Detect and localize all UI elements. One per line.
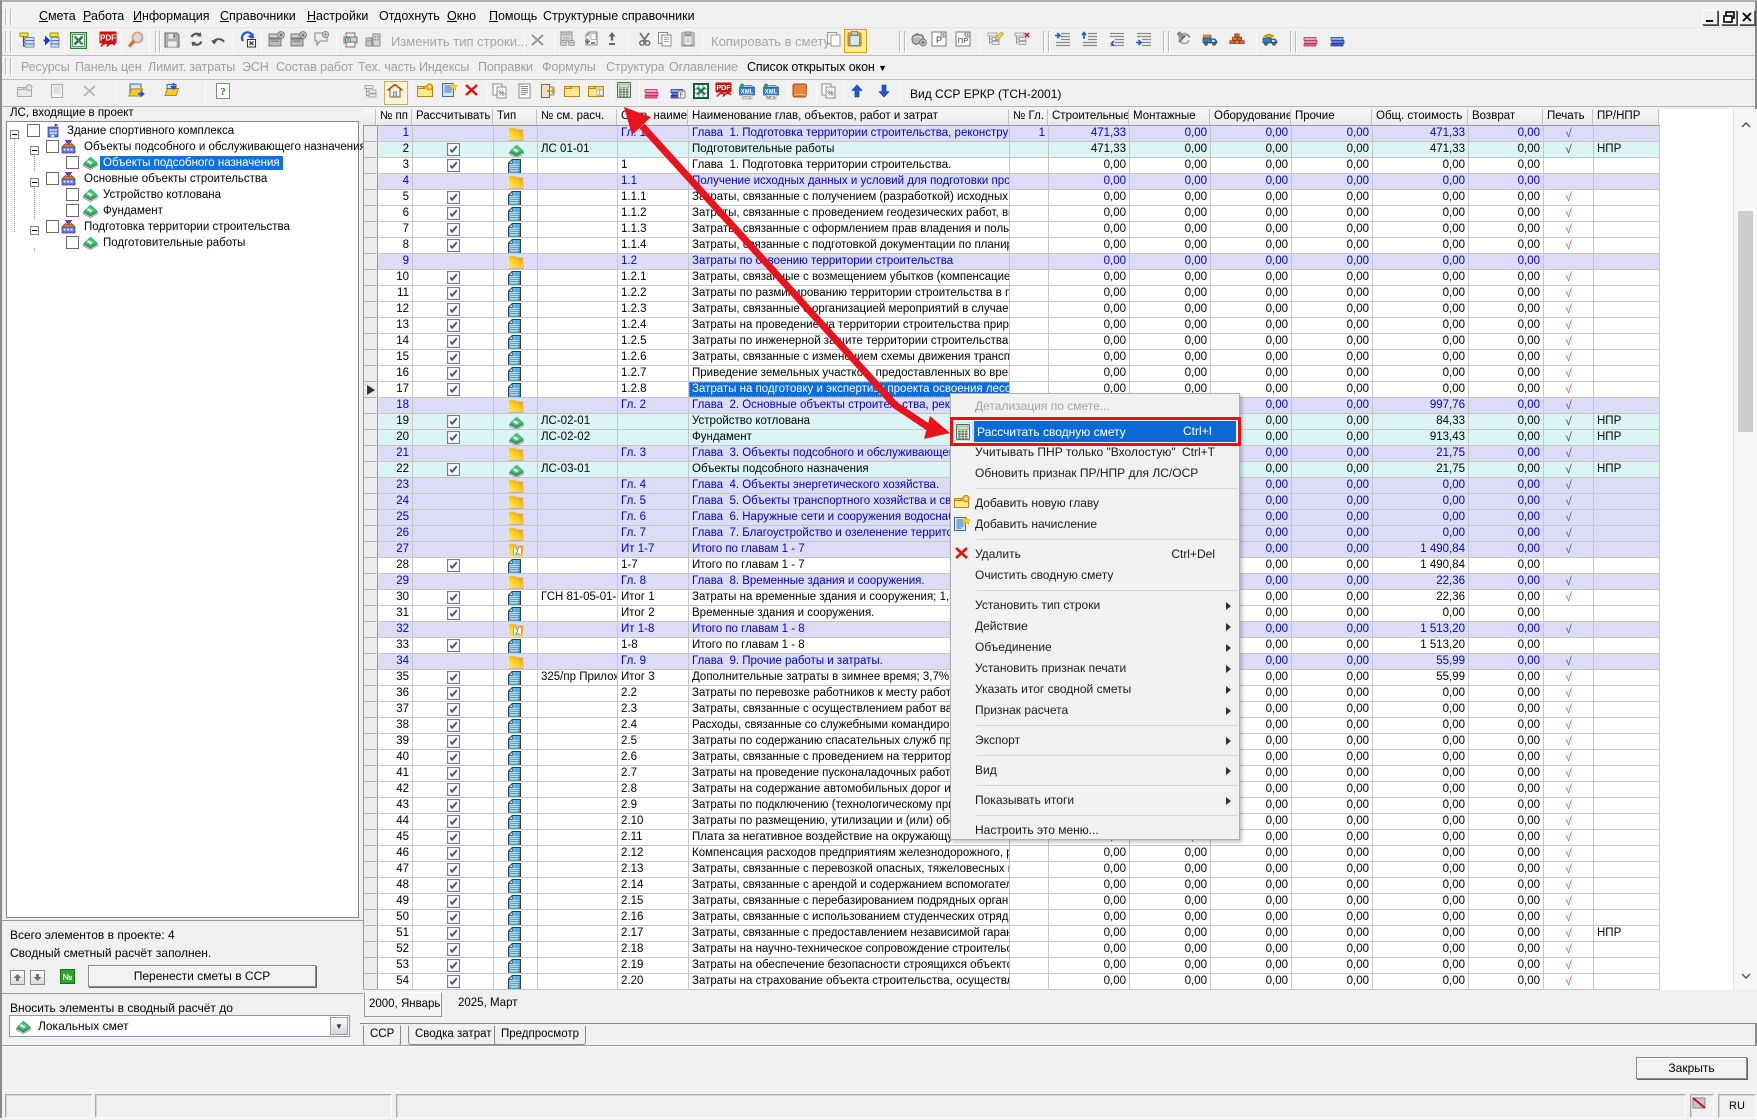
- svg-text:F: F: [680, 93, 684, 99]
- svg-text:Σ: Σ: [515, 626, 520, 635]
- svg-text:%: %: [498, 91, 504, 98]
- svg-text:?: ?: [220, 86, 226, 98]
- svg-text:Σ: Σ: [598, 91, 602, 97]
- svg-text:PDF: PDF: [717, 85, 732, 92]
- svg-text:P: P: [936, 35, 942, 45]
- svg-text:%: %: [827, 91, 833, 98]
- svg-text:Σ: Σ: [515, 546, 520, 555]
- svg-text:МГЭ: МГЭ: [767, 94, 775, 99]
- svg-text:PDF: PDF: [100, 34, 116, 43]
- svg-text:ГГЭ: ГГЭ: [743, 94, 750, 99]
